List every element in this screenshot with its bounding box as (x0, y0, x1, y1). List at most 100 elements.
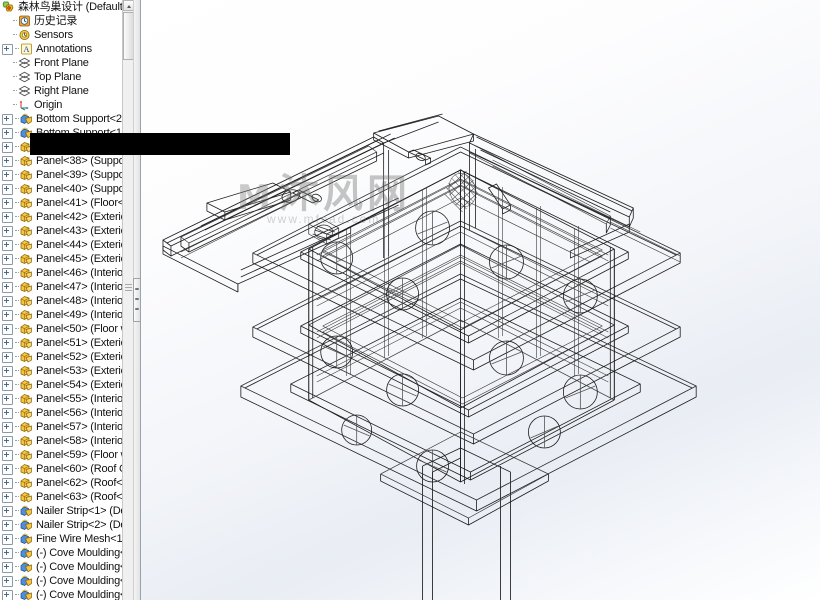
tree-item-label: Fine Wire Mesh<1> (D (36, 533, 128, 545)
tree-item[interactable]: Front Plane (0, 56, 128, 70)
expand-toggle-icon[interactable] (2, 43, 13, 55)
tree-item-label: Sensors (34, 29, 73, 41)
expand-toggle-icon[interactable] (2, 561, 13, 573)
tree-item[interactable]: Panel<57> (Interior<< (0, 420, 128, 434)
tree-item-label: Nailer Strip<1> (Defau (36, 505, 128, 517)
tree-connector (15, 356, 19, 358)
part-icon (20, 337, 33, 349)
expand-toggle-icon[interactable] (2, 365, 13, 377)
tree-item[interactable]: Panel<59> (Floor with (0, 448, 128, 462)
redaction-bar (30, 133, 290, 155)
graphics-viewport[interactable]: M 沐风网 www.mfcad.com (141, 0, 820, 600)
panel-splitter[interactable] (133, 0, 140, 600)
expand-toggle-icon[interactable] (2, 211, 13, 223)
origin-icon (18, 99, 31, 111)
tree-item[interactable]: Right Plane (0, 84, 128, 98)
expand-toggle-icon[interactable] (2, 547, 13, 559)
tree-item-label: Panel<58> (Interior<< (36, 435, 128, 447)
tree-item[interactable]: Panel<41> (Floor<<De (0, 196, 128, 210)
tree-connector (13, 90, 17, 92)
expand-toggle-icon[interactable] (2, 533, 13, 545)
expand-toggle-icon[interactable] (2, 589, 13, 600)
tree-item[interactable]: Panel<44> (Exterior Si (0, 238, 128, 252)
tree-item[interactable]: Top Plane (0, 70, 128, 84)
expand-toggle-icon[interactable] (2, 337, 13, 349)
expand-toggle-icon[interactable] (2, 155, 13, 167)
expand-toggle-icon[interactable] (2, 183, 13, 195)
expand-toggle-icon[interactable] (2, 127, 13, 139)
tree-item[interactable]: Bottom Support<2> (D (0, 112, 128, 126)
expand-toggle-icon[interactable] (2, 197, 13, 209)
tree-item[interactable]: Panel<52> (Exterior Si (0, 350, 128, 364)
tree-connector (15, 468, 19, 470)
expand-toggle-icon[interactable] (2, 505, 13, 517)
tree-item[interactable]: Panel<46> (Interior<< (0, 266, 128, 280)
expand-toggle-icon[interactable] (2, 491, 13, 503)
tree-item[interactable]: Panel<50> (Floor with (0, 322, 128, 336)
tree-item[interactable]: Panel<42> (Exterior Fr (0, 210, 128, 224)
feature-tree-list[interactable]: 森林鸟巢设计 (Default<Dis 历史记录 Sensors A Annot… (0, 0, 128, 600)
expand-toggle-icon[interactable] (2, 575, 13, 587)
part-icon (20, 435, 33, 447)
tree-item[interactable]: Nailer Strip<2> (Defau (0, 518, 128, 532)
expand-toggle-icon[interactable] (2, 113, 13, 125)
part-icon (20, 253, 33, 265)
tree-item[interactable]: Panel<48> (Interior<< (0, 294, 128, 308)
tree-item-label: Panel<60> (Roof Gabl (36, 463, 128, 475)
plane-icon (18, 71, 31, 83)
tree-item-label: Panel<39> (Support, S (36, 169, 128, 181)
tree-item[interactable]: Panel<47> (Interior<< (0, 280, 128, 294)
expand-toggle-icon[interactable] (2, 225, 13, 237)
expand-toggle-icon[interactable] (2, 141, 13, 153)
tree-item[interactable]: 历史记录 (0, 14, 128, 28)
tree-item[interactable]: Origin (0, 98, 128, 112)
expand-toggle-icon[interactable] (2, 463, 13, 475)
expand-toggle-icon[interactable] (2, 351, 13, 363)
tree-item[interactable]: Panel<62> (Roof<<De (0, 476, 128, 490)
tree-item[interactable]: Panel<38> (Support, S (0, 154, 128, 168)
expand-toggle-icon[interactable] (2, 281, 13, 293)
tree-item[interactable]: Panel<39> (Support, S (0, 168, 128, 182)
tree-item-label: Panel<51> (Exterior Fr (36, 337, 128, 349)
expand-toggle-icon[interactable] (2, 477, 13, 489)
tree-item[interactable]: Panel<49> (Interior<< (0, 308, 128, 322)
expand-toggle-icon[interactable] (2, 519, 13, 531)
tree-item[interactable]: (-) Cove Moulding<1> (0, 546, 128, 560)
tree-connector (15, 552, 19, 554)
expand-toggle-icon[interactable] (2, 379, 13, 391)
tree-item[interactable]: (-) Cove Moulding<5> (0, 560, 128, 574)
tree-item[interactable]: Panel<58> (Interior<< (0, 434, 128, 448)
expand-toggle-icon[interactable] (2, 407, 13, 419)
tree-item[interactable]: Panel<45> (Exterior Si (0, 252, 128, 266)
tree-item[interactable]: Sensors (0, 28, 128, 42)
expand-toggle-icon[interactable] (2, 449, 13, 461)
expand-toggle-icon[interactable] (2, 253, 13, 265)
tree-item[interactable]: Nailer Strip<1> (Defau (0, 504, 128, 518)
tree-connector (15, 510, 19, 512)
tree-item[interactable]: Panel<54> (Exterior Fr (0, 378, 128, 392)
tree-item[interactable]: Panel<60> (Roof Gabl (0, 462, 128, 476)
tree-item[interactable]: Panel<40> (Support, F (0, 182, 128, 196)
tree-item[interactable]: Panel<55> (Interior, Si (0, 392, 128, 406)
expand-toggle-icon[interactable] (2, 421, 13, 433)
subassembly-icon (20, 575, 33, 587)
tree-item[interactable]: A Annotations (0, 42, 128, 56)
expand-toggle-icon[interactable] (2, 393, 13, 405)
tree-item[interactable]: (-) Cove Moulding<7> (0, 588, 128, 600)
tree-item[interactable]: Panel<63> (Roof<<De (0, 490, 128, 504)
expand-toggle-icon[interactable] (2, 295, 13, 307)
splitter-grip-icon[interactable] (133, 278, 140, 322)
expand-toggle-icon[interactable] (2, 323, 13, 335)
tree-item[interactable]: Panel<51> (Exterior Fr (0, 336, 128, 350)
tree-item[interactable]: Panel<56> (Interior, Si (0, 406, 128, 420)
expand-toggle-icon[interactable] (2, 267, 13, 279)
tree-item[interactable]: Fine Wire Mesh<1> (D (0, 532, 128, 546)
tree-item[interactable]: (-) Cove Moulding<6> (0, 574, 128, 588)
expand-toggle-icon[interactable] (2, 309, 13, 321)
tree-item[interactable]: Panel<43> (Exterior Fr (0, 224, 128, 238)
tree-item[interactable]: Panel<53> (Exterior Si (0, 364, 128, 378)
expand-toggle-icon[interactable] (2, 435, 13, 447)
expand-toggle-icon[interactable] (2, 239, 13, 251)
tree-root-item[interactable]: 森林鸟巢设计 (Default<Dis (0, 0, 128, 14)
expand-toggle-icon[interactable] (2, 169, 13, 181)
